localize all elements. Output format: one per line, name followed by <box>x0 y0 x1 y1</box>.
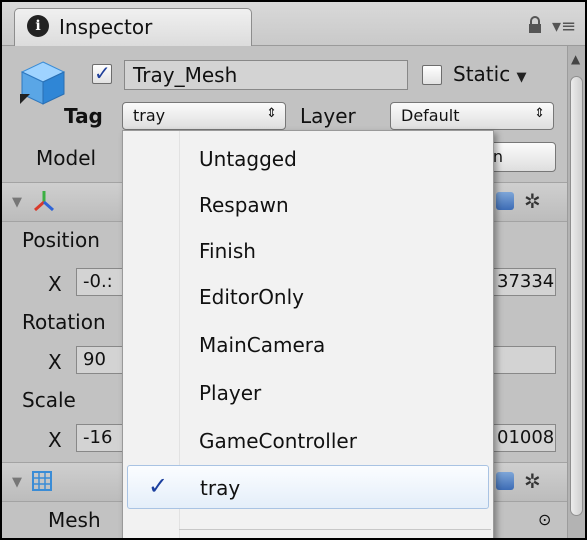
foldout-arrow-icon[interactable]: ▼ <box>12 195 22 210</box>
tag-option-tray[interactable]: ✓ tray <box>127 465 489 509</box>
tag-option-respawn[interactable]: Respawn <box>123 183 493 227</box>
static-dropdown-caret-icon[interactable]: ▼ <box>517 70 527 85</box>
rotation-z-field[interactable] <box>490 346 556 374</box>
static-checkbox[interactable] <box>422 65 442 85</box>
gameobject-cube-icon[interactable] <box>18 58 68 106</box>
tag-option-untagged[interactable]: Untagged <box>123 137 493 181</box>
scale-label: Scale <box>22 388 76 412</box>
rotation-label: Rotation <box>22 310 106 334</box>
rotation-x-field[interactable]: 90 <box>76 346 126 374</box>
inspector-window: i Inspector ▾≡ ✓ Tray_Mesh Static ▼ Tag … <box>0 0 587 540</box>
model-label: Model <box>36 146 97 170</box>
tag-option-label: MainCamera <box>199 333 326 357</box>
tag-option-label: Untagged <box>199 147 297 171</box>
scale-z-field[interactable]: 01008 <box>490 424 556 452</box>
position-label: Position <box>22 228 100 252</box>
scroll-up-arrow-icon[interactable]: ▲ <box>571 52 580 66</box>
menu-divider <box>179 529 491 530</box>
static-label: Static <box>453 62 511 86</box>
tab-title: Inspector <box>59 15 153 39</box>
tag-option-label: GameController <box>199 429 357 453</box>
tag-label: Tag <box>64 104 103 128</box>
tab-inspector[interactable]: i Inspector <box>14 8 252 46</box>
position-z-field[interactable]: 37334 <box>490 268 556 296</box>
mesh-label: Mesh <box>48 508 101 532</box>
rotation-x-label: X <box>48 350 62 374</box>
tag-option-label: Finish <box>199 239 256 263</box>
position-x-label: X <box>48 272 62 296</box>
settings-cog-icon[interactable]: ✲ <box>524 189 541 213</box>
tag-option-editoronly[interactable]: EditorOnly <box>123 275 493 319</box>
layer-label: Layer <box>300 104 356 128</box>
tag-option-gamecontroller[interactable]: GameController <box>123 419 493 463</box>
tag-option-label: Respawn <box>199 193 289 217</box>
vertical-scrollbar[interactable]: ▲ <box>567 46 585 538</box>
layer-value: Default <box>401 106 460 125</box>
scale-x-field[interactable]: -16 <box>76 424 126 452</box>
object-picker-icon[interactable]: ⊙ <box>538 510 551 529</box>
tag-option-maincamera[interactable]: MainCamera <box>123 323 493 367</box>
tag-dropdown-menu: Untagged Respawn Finish EditorOnly MainC… <box>122 130 494 538</box>
help-book-icon[interactable] <box>496 472 514 490</box>
tag-value: tray <box>133 106 166 125</box>
layer-popup[interactable]: Default ⇕ <box>390 102 554 130</box>
static-toggle[interactable]: Static ▼ <box>453 62 527 86</box>
mesh-grid-icon <box>32 471 52 491</box>
tag-option-player[interactable]: Player <box>123 371 493 415</box>
name-field[interactable]: Tray_Mesh <box>124 60 408 90</box>
active-checkbox[interactable]: ✓ <box>92 61 112 85</box>
updown-arrows-icon: ⇕ <box>266 106 277 121</box>
foldout-arrow-icon[interactable]: ▼ <box>12 475 22 490</box>
info-icon: i <box>27 15 49 37</box>
tag-popup[interactable]: tray ⇕ <box>122 102 286 130</box>
lock-icon[interactable] <box>527 16 543 34</box>
checkmark-icon: ✓ <box>94 61 111 85</box>
updown-arrows-icon: ⇕ <box>534 106 545 121</box>
tag-option-label: Player <box>199 381 262 405</box>
transform-axis-icon <box>34 191 54 212</box>
scale-x-label: X <box>48 428 62 452</box>
scroll-thumb[interactable] <box>570 76 583 516</box>
help-book-icon[interactable] <box>496 192 514 210</box>
panel-menu-icon[interactable]: ▾≡ <box>552 16 576 37</box>
checkmark-icon: ✓ <box>148 472 169 500</box>
tag-option-label: EditorOnly <box>199 285 304 309</box>
settings-cog-icon[interactable]: ✲ <box>524 469 541 493</box>
tag-option-label: tray <box>200 476 241 500</box>
tag-option-finish[interactable]: Finish <box>123 229 493 273</box>
position-x-field[interactable]: -0.: <box>76 268 126 296</box>
tab-bar: i Inspector ▾≡ <box>2 2 585 46</box>
